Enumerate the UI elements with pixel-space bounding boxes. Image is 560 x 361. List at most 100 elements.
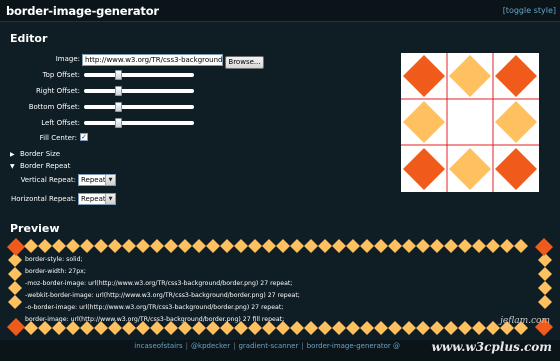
top-offset-row: Top Offset:	[0, 71, 80, 83]
diamond-orange	[332, 239, 346, 253]
top-offset-slider[interactable]	[84, 69, 194, 81]
diamond-orange	[472, 321, 486, 335]
image-row: Image:	[0, 55, 80, 67]
bottom-offset-label: Bottom Offset:	[28, 103, 80, 111]
right-offset-slider[interactable]	[84, 85, 194, 97]
diamond-orange	[276, 321, 290, 335]
diamond-orange	[332, 321, 346, 335]
code-line: -o-border-image: url(http://www.w3.org/T…	[25, 304, 284, 311]
diamond-orange	[538, 267, 552, 281]
vertical-repeat-row: Vertical Repeat:	[0, 176, 76, 188]
diamond-orange	[444, 321, 458, 335]
diamond-orange	[8, 253, 22, 267]
diamond-orange	[346, 239, 360, 253]
diamond-orange	[94, 321, 108, 335]
diamond-orange	[262, 321, 276, 335]
diamond-orange	[402, 321, 416, 335]
diamond-orange	[416, 321, 430, 335]
slider-track	[84, 73, 194, 77]
fill-center-checkbox[interactable]: ✓	[80, 133, 88, 141]
separator: |	[233, 342, 236, 350]
horizontal-repeat-select[interactable]: Repeat ▼	[78, 193, 116, 205]
diamond-red	[535, 238, 553, 256]
app-title: border-image-generator	[6, 4, 159, 18]
diamond-orange	[52, 321, 66, 335]
diamond-orange	[402, 239, 416, 253]
diamond-red	[7, 318, 25, 336]
diamond-orange	[304, 321, 318, 335]
diamond-orange	[444, 239, 458, 253]
slider-track	[84, 121, 194, 125]
toggle-style-link[interactable]: [toggle style]	[503, 6, 556, 15]
code-line: border-image: url(http://www.w3.org/TR/c…	[25, 316, 285, 323]
watermark-jeflam: jeflam.com	[500, 316, 550, 326]
border-image-source-preview[interactable]	[401, 53, 539, 192]
slider-thumb[interactable]	[115, 70, 122, 80]
footer: incaseofstairs | @kpdecker | gradient-scanne…	[0, 340, 560, 361]
diamond-orange	[276, 239, 290, 253]
bottom-offset-slider[interactable]	[84, 101, 194, 113]
footer-link-gradient-scanner[interactable]: gradient-scanner	[238, 342, 298, 350]
browse-button[interactable]: Browse...	[225, 56, 264, 69]
slider-thumb[interactable]	[115, 118, 122, 128]
diamond-orange	[430, 321, 444, 335]
diamond-orange	[538, 281, 552, 295]
preview-box: border-style: solid; border-width: 27px;…	[7, 238, 553, 336]
border-repeat-toggle[interactable]: ▼ Border Repeat	[10, 162, 70, 170]
footer-link-border-image-generator[interactable]: border-image-generator @	[307, 342, 400, 350]
diamond-orange	[220, 321, 234, 335]
footer-link-incaseofstairs[interactable]: incaseofstairs	[134, 342, 182, 350]
diamond-orange	[262, 239, 276, 253]
diamond-orange	[38, 321, 52, 335]
slider-thumb[interactable]	[115, 102, 122, 112]
top-bar: border-image-generator [toggle style]	[0, 0, 560, 22]
diamond-orange	[80, 321, 94, 335]
chevron-down-icon[interactable]: ▼	[105, 175, 115, 185]
border-size-toggle[interactable]: ▶ Border Size	[10, 150, 60, 158]
diamond-orange	[38, 239, 52, 253]
footer-links: incaseofstairs | @kpdecker | gradient-scanne…	[134, 342, 400, 350]
diamond-orange	[8, 295, 22, 309]
diamond-orange	[234, 321, 248, 335]
diamond-orange	[318, 239, 332, 253]
diamond-orange	[122, 239, 136, 253]
diamond-orange	[346, 321, 360, 335]
right-offset-row: Right Offset:	[0, 87, 80, 99]
diamond-orange	[136, 239, 150, 253]
diamond-orange	[192, 321, 206, 335]
code-line: -moz-border-image: url(http://www.w3.org…	[25, 280, 293, 287]
diamond-orange	[94, 239, 108, 253]
image-label: Image:	[55, 55, 80, 63]
expand-arrow-icon: ▶	[10, 151, 15, 158]
image-url-input[interactable]: http://www.w3.org/TR/css3-background/bor	[82, 54, 223, 66]
diamond-orange	[80, 239, 94, 253]
diamond-orange	[486, 239, 500, 253]
diamond-orange	[136, 321, 150, 335]
diamond-orange	[374, 321, 388, 335]
border-size-label: Border Size	[20, 150, 61, 158]
footer-link-kpdecker[interactable]: @kpdecker	[191, 342, 230, 350]
diamond-red	[7, 238, 25, 256]
diamond-orange	[458, 239, 472, 253]
slider-track	[84, 89, 194, 93]
diamond-orange	[66, 239, 80, 253]
diamond-orange	[290, 239, 304, 253]
diamond-orange	[24, 321, 38, 335]
diamond-orange	[430, 239, 444, 253]
chevron-down-icon[interactable]: ▼	[105, 194, 115, 204]
diamond-orange	[150, 239, 164, 253]
diamond-orange	[108, 321, 122, 335]
left-offset-slider[interactable]	[84, 117, 194, 129]
diamond-orange	[538, 295, 552, 309]
vertical-repeat-select[interactable]: Repeat ▼	[78, 174, 116, 186]
diamond-orange	[206, 239, 220, 253]
diamond-orange	[374, 239, 388, 253]
horizontal-repeat-label: Horizontal Repeat:	[11, 195, 76, 203]
diamond-orange	[458, 321, 472, 335]
slider-thumb[interactable]	[115, 86, 122, 96]
horizontal-repeat-row: Horizontal Repeat:	[0, 195, 76, 207]
diamond-orange	[360, 321, 374, 335]
diamond-orange	[416, 239, 430, 253]
border-repeat-label: Border Repeat	[20, 162, 71, 170]
select-value: Repeat	[81, 176, 106, 184]
